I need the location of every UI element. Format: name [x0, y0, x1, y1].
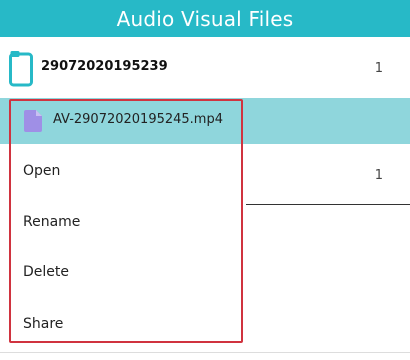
file-name: AV-29072020195245.mp4 [53, 112, 223, 127]
folder-icon [9, 51, 33, 87]
selected-file-row[interactable]: AV-29072020195245.mp4 [0, 98, 410, 144]
page-title: Audio Visual Files [116, 6, 294, 31]
app-header: Audio Visual Files [0, 0, 410, 37]
folder-name: 29072020195239 [41, 59, 168, 74]
menu-item-open[interactable]: Open [23, 163, 60, 179]
bottom-divider [0, 352, 410, 353]
menu-item-share[interactable]: Share [23, 316, 63, 332]
folder-row[interactable]: 29072020195239 1 [0, 43, 410, 93]
video-file-icon [24, 110, 42, 132]
folder-item-count: 1 [374, 61, 383, 76]
menu-item-delete[interactable]: Delete [23, 264, 69, 280]
menu-item-rename[interactable]: Rename [23, 214, 80, 230]
file-item-count: 1 [374, 168, 383, 183]
context-menu: Open Rename Delete Share [0, 144, 246, 344]
